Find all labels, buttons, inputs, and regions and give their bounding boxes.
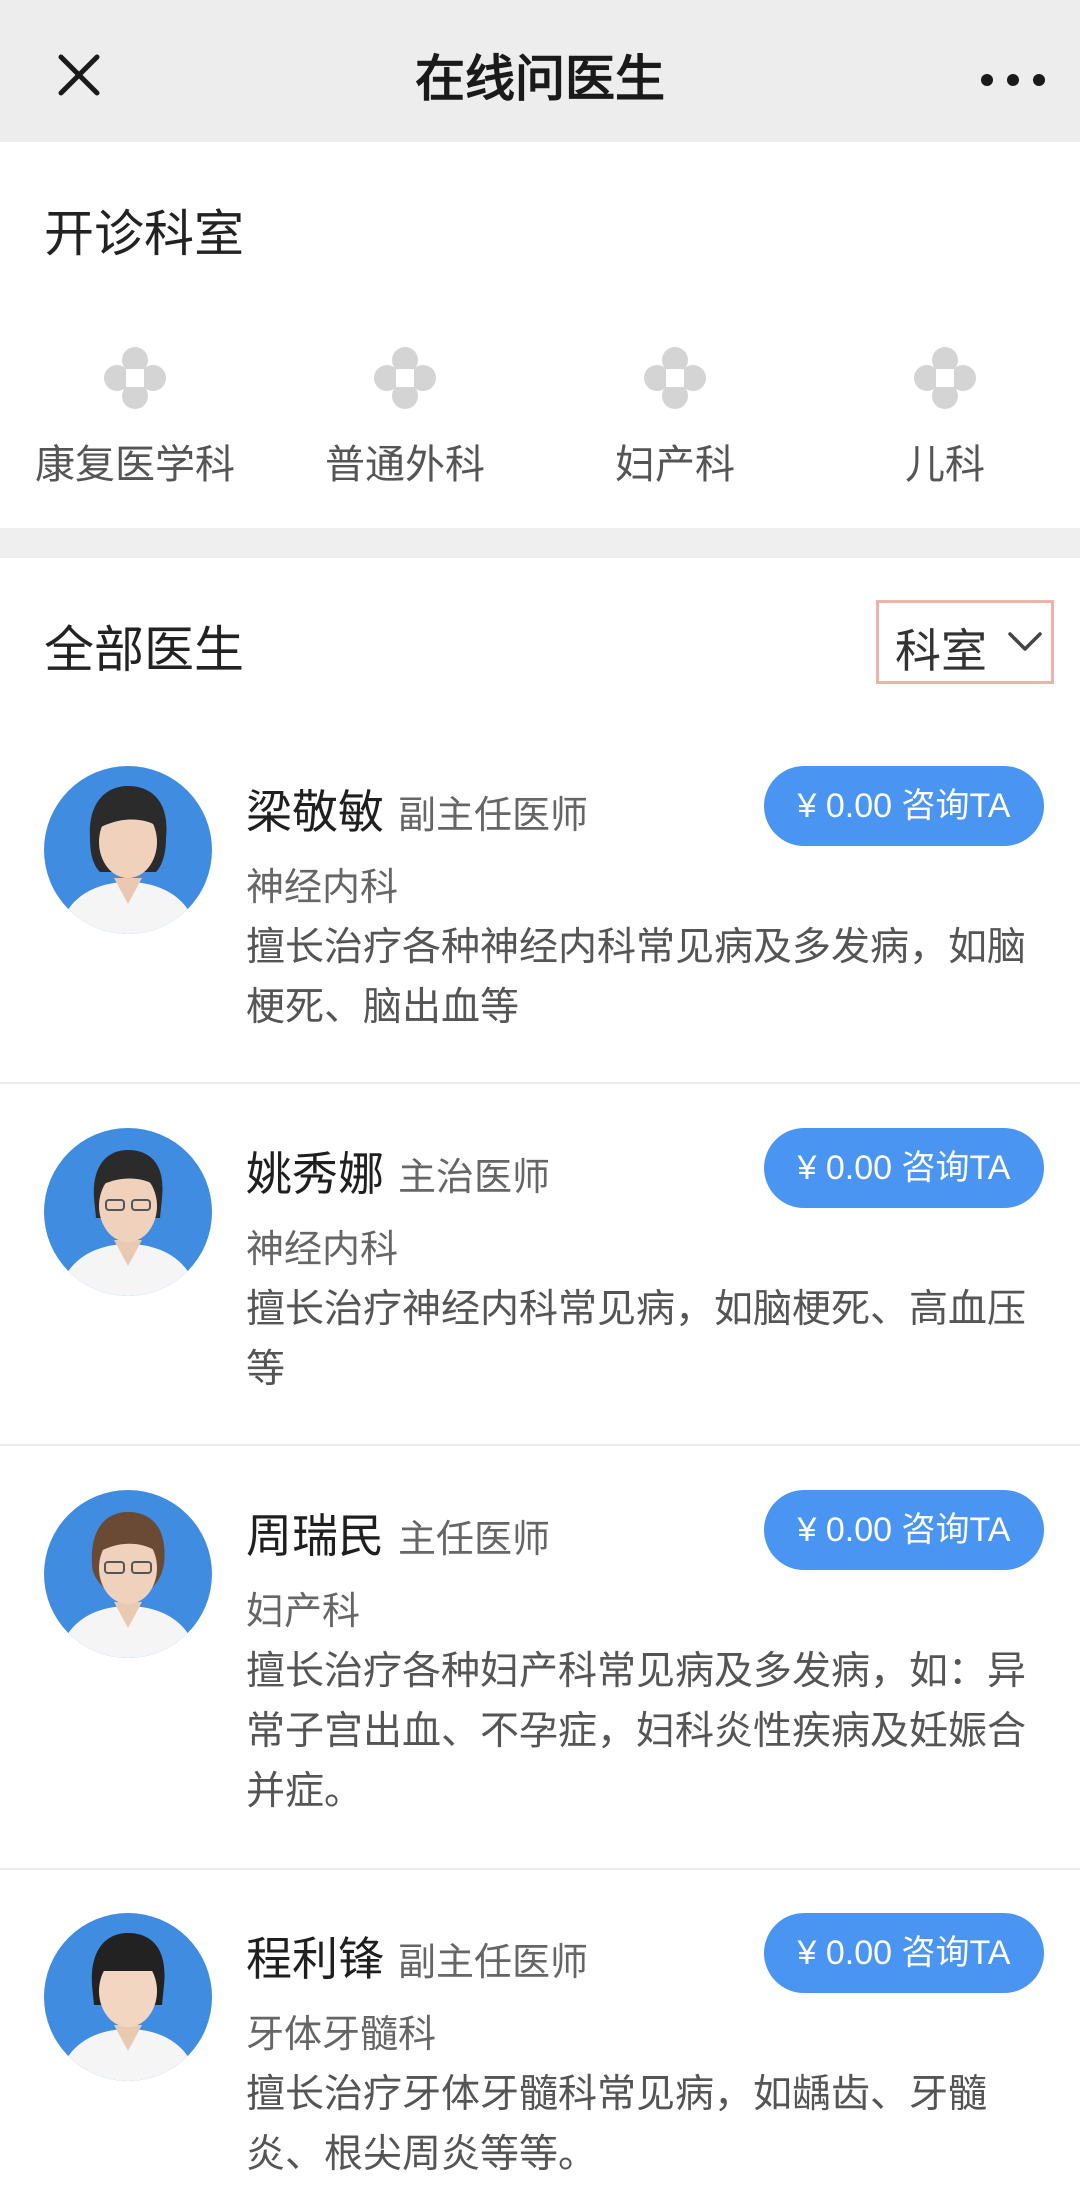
doctor-description: 擅长治疗牙体牙髓科常见病，如龋齿、牙髓炎、根尖周炎等等。 [246,2073,988,2176]
doctor-name-line: 姚秀娜 主治医师 [246,1138,550,1204]
consult-button[interactable]: ¥ 0.00 咨询TA [764,1490,1044,1570]
more-dots-icon[interactable] [970,58,1056,102]
department-label: 普通外科 [325,443,485,487]
doctor-name: 周瑞民 [246,1510,384,1562]
doctor-department: 神经内科 [246,867,399,909]
department-label: 儿科 [905,443,985,487]
medical-cross-icon [99,342,171,414]
doctor-description: 擅长治疗各种神经内科常见病及多发病，如脑梗死、脑出血等 [246,926,1027,1029]
close-icon[interactable] [44,40,114,110]
doctor-name: 程利锋 [246,1933,384,1985]
doctor-avatar [44,1128,212,1296]
department-label: 妇产科 [615,443,735,487]
doctor-avatar [44,1490,212,1658]
doctor-department: 牙体牙髓科 [246,2014,437,2056]
doctor-name-line: 周瑞民 主任医师 [246,1500,550,1566]
department-label: 康复医学科 [35,443,235,487]
medical-cross-icon [909,342,981,414]
filter-label: 科室 [895,625,987,677]
card-divider [0,1868,1080,1870]
medical-cross-icon [369,342,441,414]
card-divider [0,1082,1080,1084]
consult-button[interactable]: ¥ 0.00 咨询TA [764,1913,1044,1993]
department-item[interactable]: 儿科 [810,342,1080,502]
card-divider [0,1444,1080,1446]
section-title-departments: 开诊科室 [44,206,244,262]
doctor-description: 擅长治疗神经内科常见病，如脑梗死、高血压等 [246,1288,1027,1391]
top-bar: 在线问医生 [0,0,1080,142]
doctor-avatar [44,1913,212,2081]
department-section: 开诊科室 康复医学科 普通外科 妇产科 儿科 [0,142,1080,528]
doctor-department: 神经内科 [246,1229,399,1271]
doctor-title: 主任医师 [398,1519,551,1561]
doctor-avatar [44,766,212,934]
department-item[interactable]: 康复医学科 [0,342,270,502]
department-item[interactable]: 普通外科 [270,342,540,502]
doctor-name: 梁敬敏 [246,786,384,838]
section-title-doctors: 全部医生 [44,622,244,678]
consult-button[interactable]: ¥ 0.00 咨询TA [764,766,1044,846]
doctor-department: 妇产科 [246,1591,361,1633]
doctor-name-line: 程利锋 副主任医师 [246,1923,588,1989]
doctor-name: 姚秀娜 [246,1148,384,1200]
doctor-title: 副主任医师 [398,1942,589,1984]
doctor-name-line: 梁敬敏 副主任医师 [246,776,588,842]
consult-button[interactable]: ¥ 0.00 咨询TA [764,1128,1044,1208]
chevron-down-icon [1007,629,1043,655]
section-divider [0,528,1080,558]
doctor-description: 擅长治疗各种妇产科常见病及多发病，如：异常子宫出血、不孕症，妇科炎性疾病及妊娠合… [246,1650,1027,1813]
department-item[interactable]: 妇产科 [540,342,810,502]
department-filter-dropdown[interactable]: 科室 [876,600,1054,684]
medical-cross-icon [639,342,711,414]
doctor-title: 主治医师 [398,1157,551,1199]
doctor-title: 副主任医师 [398,795,589,837]
page-title: 在线问医生 [415,51,665,107]
